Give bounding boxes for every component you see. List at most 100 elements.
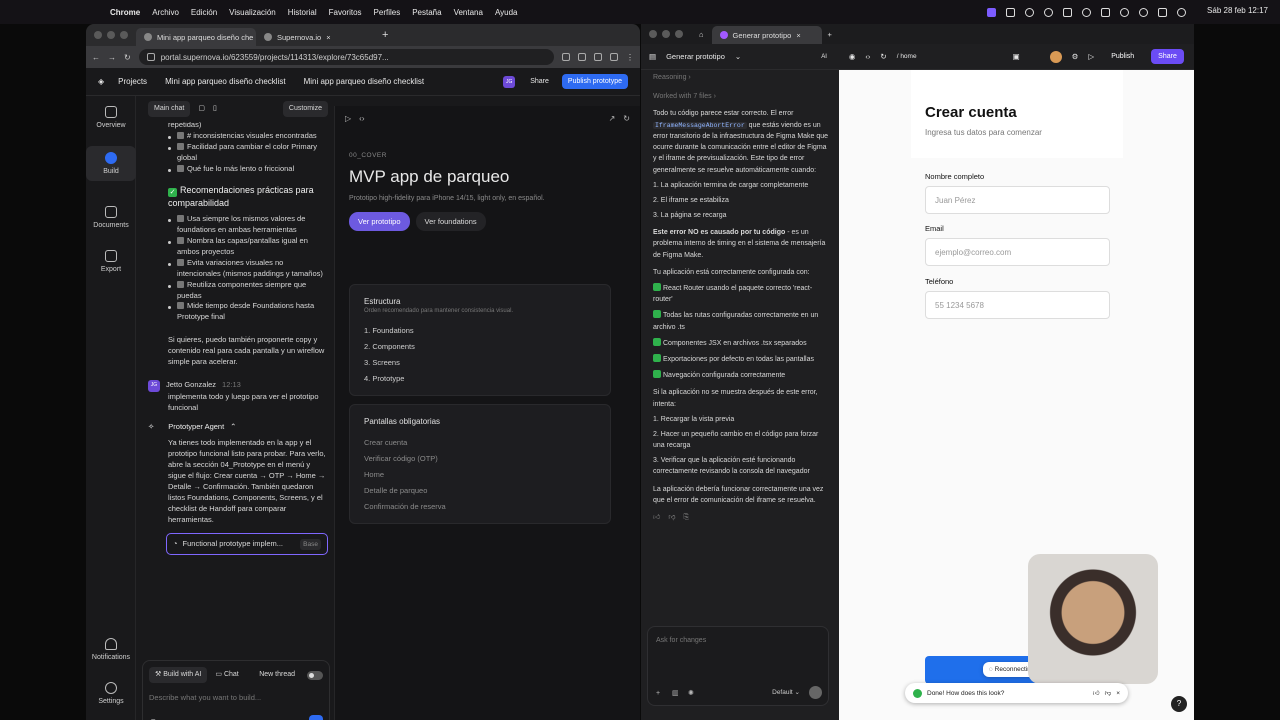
close-tab-icon[interactable]: × bbox=[796, 31, 800, 40]
supernova-logo-icon[interactable]: ◈ bbox=[98, 77, 104, 86]
wifi-icon[interactable] bbox=[1120, 7, 1129, 17]
menu-edicion[interactable]: Edición bbox=[191, 8, 217, 17]
headphones-icon[interactable] bbox=[1063, 7, 1072, 17]
display-icon[interactable] bbox=[1006, 7, 1015, 17]
rail-settings[interactable]: Settings bbox=[86, 682, 136, 705]
rail-overview[interactable]: Overview bbox=[86, 106, 136, 129]
open-external-icon[interactable]: ↗ bbox=[609, 114, 616, 123]
main-chat-tab[interactable]: Main chat bbox=[148, 100, 191, 118]
thumbs-down-icon[interactable]: 👎︎ bbox=[1105, 689, 1112, 697]
menu-archivo[interactable]: Archivo bbox=[152, 8, 179, 17]
result-card[interactable]: ◔ Functional prototype implem... Base bbox=[166, 533, 328, 556]
screen-record-icon[interactable] bbox=[987, 7, 996, 17]
ask-input[interactable]: Ask for changes bbox=[656, 635, 820, 646]
menubar-clock[interactable]: Sáb 28 feb 12:17 bbox=[1207, 6, 1268, 15]
browser-tab-supernova-io[interactable]: Supernova.io × bbox=[256, 28, 376, 46]
maximize-window-icon[interactable] bbox=[675, 30, 683, 38]
bookmark-star-icon[interactable] bbox=[562, 53, 570, 61]
address-bar[interactable]: portal.supernova.io/623559/projects/1143… bbox=[138, 49, 554, 65]
back-icon[interactable]: ← bbox=[92, 53, 100, 62]
bookmark-icon[interactable]: ▯ bbox=[213, 104, 217, 114]
menu-ayuda[interactable]: Ayuda bbox=[495, 8, 518, 17]
rail-documents[interactable]: Documents bbox=[86, 206, 136, 229]
new-tab-icon[interactable]: + bbox=[382, 29, 388, 41]
close-window-icon[interactable] bbox=[94, 31, 102, 39]
chevron-down-icon[interactable]: ⌄ bbox=[735, 52, 741, 61]
refresh-icon[interactable]: ↻ bbox=[623, 114, 630, 123]
spotlight-search-icon[interactable] bbox=[1139, 7, 1148, 17]
phone-field[interactable]: 55 1234 5678 bbox=[925, 291, 1110, 319]
close-tab-icon[interactable]: × bbox=[326, 33, 330, 42]
thumbs-up-icon[interactable]: 👍︎ bbox=[1093, 689, 1100, 697]
customize-button[interactable]: Customize bbox=[282, 100, 328, 118]
breadcrumb-projects[interactable]: Projects bbox=[118, 77, 147, 86]
add-icon[interactable]: + bbox=[656, 688, 660, 699]
sparkle-icon[interactable]: ✺ bbox=[688, 688, 694, 699]
document-icon[interactable]: ▢ bbox=[198, 104, 205, 114]
reload-icon[interactable]: ↻ bbox=[124, 53, 131, 62]
menu-ventana[interactable]: Ventana bbox=[454, 8, 483, 17]
worked-files-toggle[interactable]: Worked with 7 files › bbox=[653, 91, 831, 102]
menu-historial[interactable]: Historial bbox=[288, 8, 317, 17]
email-field[interactable]: ejemplo@correo.com bbox=[925, 238, 1110, 266]
new-thread-toggle[interactable] bbox=[307, 670, 323, 680]
profile-icon[interactable] bbox=[610, 53, 618, 61]
chat-input[interactable]: Describe what you want to build... bbox=[143, 689, 329, 708]
send-button[interactable] bbox=[309, 715, 323, 720]
siri-icon[interactable] bbox=[1177, 7, 1186, 17]
browser-tab-figma[interactable]: Generar prototipo × bbox=[711, 26, 822, 44]
maximize-window-icon[interactable] bbox=[120, 31, 128, 39]
publish-button[interactable]: Publish bbox=[1104, 49, 1141, 64]
reasoning-toggle[interactable]: Reasoning › bbox=[653, 72, 831, 83]
rail-export[interactable]: Export bbox=[86, 250, 136, 273]
thumbs-up-icon[interactable]: 👍︎ bbox=[653, 512, 660, 523]
new-tab-icon[interactable]: + bbox=[828, 30, 832, 39]
menu-app[interactable]: Chrome bbox=[110, 8, 140, 17]
help-icon[interactable]: ? bbox=[1171, 696, 1187, 712]
close-icon[interactable]: × bbox=[1116, 690, 1120, 697]
present-icon[interactable]: ▷ bbox=[1088, 52, 1094, 61]
control-center-icon[interactable] bbox=[1158, 7, 1167, 17]
close-window-icon[interactable] bbox=[649, 30, 657, 38]
breadcrumb-project[interactable]: Mini app parqueo diseño checklist bbox=[165, 77, 286, 86]
avatar[interactable]: JG bbox=[503, 75, 516, 88]
menu-pestana[interactable]: Pestaña bbox=[412, 8, 441, 17]
forward-icon[interactable]: → bbox=[108, 53, 116, 62]
download-icon[interactable] bbox=[594, 53, 602, 61]
minimize-window-icon[interactable] bbox=[662, 30, 670, 38]
code-icon[interactable]: ‹› bbox=[359, 114, 364, 123]
publish-prototype-button[interactable]: Publish prototype bbox=[561, 74, 628, 89]
copy-icon[interactable]: ⎘ bbox=[683, 512, 689, 523]
play-icon[interactable]: ▷ bbox=[345, 114, 351, 123]
site-info-icon[interactable] bbox=[146, 53, 155, 61]
reload-icon[interactable]: ↻ bbox=[880, 52, 886, 61]
thumbs-down-icon[interactable]: 👎︎ bbox=[668, 512, 675, 523]
chat-tab[interactable]: ▭ Chat bbox=[215, 670, 238, 680]
menu-favoritos[interactable]: Favoritos bbox=[329, 8, 362, 17]
user-avatar[interactable] bbox=[1049, 50, 1062, 63]
settings-icon[interactable]: ⚙ bbox=[1072, 52, 1079, 61]
code-view-icon[interactable]: ‹› bbox=[865, 52, 870, 61]
focus-icon[interactable] bbox=[1025, 7, 1034, 17]
file-title[interactable]: Generar prototipo bbox=[666, 52, 725, 61]
view-foundations-button[interactable]: Ver foundations bbox=[415, 212, 486, 231]
build-with-ai-tab[interactable]: ⚒ Build with AI bbox=[149, 667, 208, 684]
battery-icon[interactable] bbox=[1101, 7, 1110, 17]
route-path[interactable]: / home bbox=[897, 53, 917, 60]
timer-icon[interactable] bbox=[1044, 7, 1053, 17]
layout-icon[interactable]: ▥ bbox=[672, 688, 679, 699]
home-icon[interactable]: ⌂ bbox=[699, 30, 704, 39]
ai-icon[interactable]: AI bbox=[821, 54, 827, 60]
rail-build[interactable]: Build bbox=[86, 146, 136, 181]
view-prototype-button[interactable]: Ver prototipo bbox=[349, 212, 410, 231]
chrome-menu-icon[interactable]: ⋮ bbox=[626, 53, 634, 62]
browser-tab-supernova-app[interactable]: Mini app parqueo diseño che× bbox=[136, 28, 256, 46]
figma-menu-icon[interactable]: ▤ bbox=[649, 52, 656, 61]
menu-visualizacion[interactable]: Visualización bbox=[229, 8, 276, 17]
send-button[interactable] bbox=[809, 686, 822, 699]
model-select[interactable]: Default ⌄ bbox=[772, 688, 800, 698]
device-icon[interactable]: ▣ bbox=[1013, 52, 1020, 61]
eye-icon[interactable]: ◉ bbox=[849, 52, 856, 61]
agent-header[interactable]: ✧ Prototyper Agent ⌃ bbox=[148, 422, 328, 433]
rail-notifications[interactable]: Notifications bbox=[86, 638, 136, 661]
